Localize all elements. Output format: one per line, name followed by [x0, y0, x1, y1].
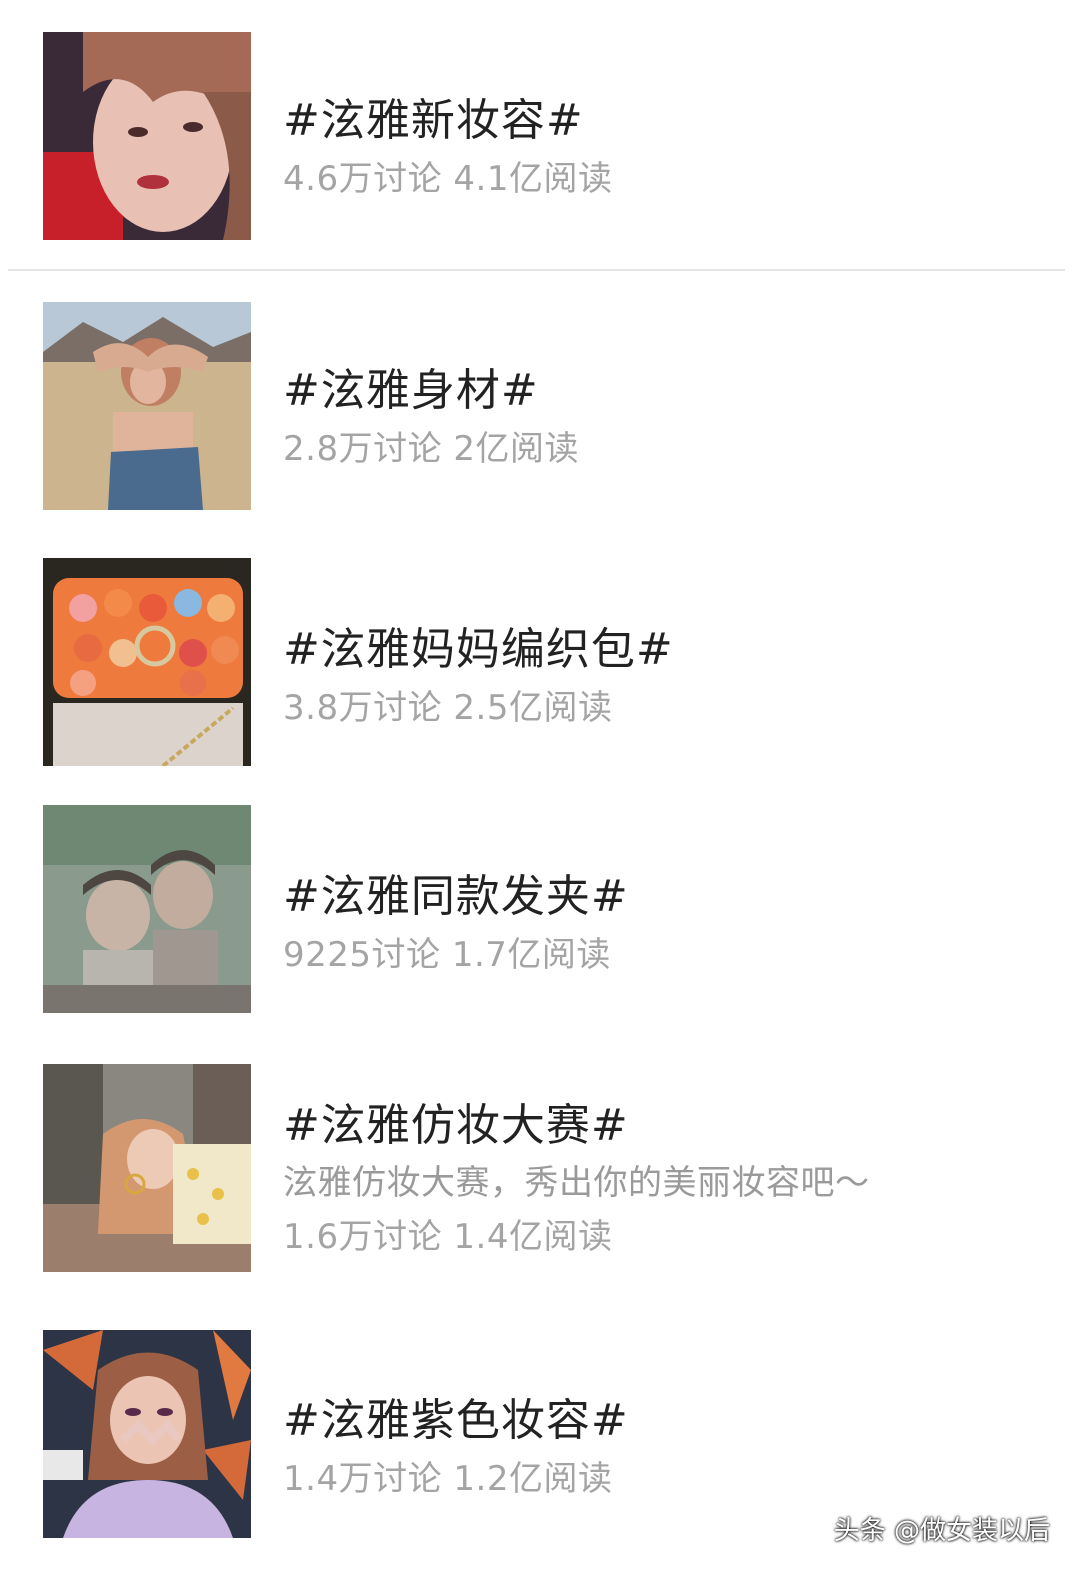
topic-item[interactable]: #泫雅身材# 2.8万讨论 2亿阅读 [0, 271, 1080, 531]
topic-title: #泫雅同款发夹# [283, 871, 629, 922]
topic-item[interactable]: #泫雅妈妈编织包# 3.8万讨论 2.5亿阅读 [0, 531, 1080, 781]
desert-portrait-icon[interactable] [43, 302, 251, 510]
watermark: 头条 @做女装以后 [833, 1516, 1050, 1546]
topic-title: #泫雅新妆容# [283, 95, 584, 146]
childhood-photo-icon[interactable] [43, 805, 251, 1013]
topic-stats: 1.4万讨论 1.2亿阅读 [283, 1459, 613, 1499]
knitted-bag-icon[interactable] [43, 558, 251, 766]
topic-title: #泫雅紫色妆容# [283, 1395, 629, 1446]
topic-stats: 9225讨论 1.7亿阅读 [283, 935, 611, 975]
topic-stats: 4.6万讨论 4.1亿阅读 [283, 159, 613, 199]
purple-makeup-portrait-icon[interactable] [43, 1330, 251, 1538]
topic-title: #泫雅仿妆大赛# [283, 1100, 629, 1151]
topic-description: 泫雅仿妆大赛，秀出你的美丽妆容吧～ [283, 1163, 870, 1203]
topic-stats: 3.8万讨论 2.5亿阅读 [283, 688, 613, 728]
topic-title: #泫雅身材# [283, 365, 539, 416]
topic-item[interactable]: #泫雅同款发夹# 9225讨论 1.7亿阅读 [0, 781, 1080, 1041]
topic-stats: 1.6万讨论 1.4亿阅读 [283, 1217, 613, 1257]
topic-title: #泫雅妈妈编织包# [283, 624, 674, 675]
topic-item[interactable]: #泫雅新妆容# 4.6万讨论 4.1亿阅读 [0, 0, 1080, 270]
street-portrait-icon[interactable] [43, 1064, 251, 1272]
topic-stats: 2.8万讨论 2亿阅读 [283, 429, 580, 469]
topic-item[interactable]: #泫雅仿妆大赛# 泫雅仿妆大赛，秀出你的美丽妆容吧～ 1.6万讨论 1.4亿阅读 [0, 1041, 1080, 1311]
portrait-red-hair-icon[interactable] [43, 32, 251, 240]
